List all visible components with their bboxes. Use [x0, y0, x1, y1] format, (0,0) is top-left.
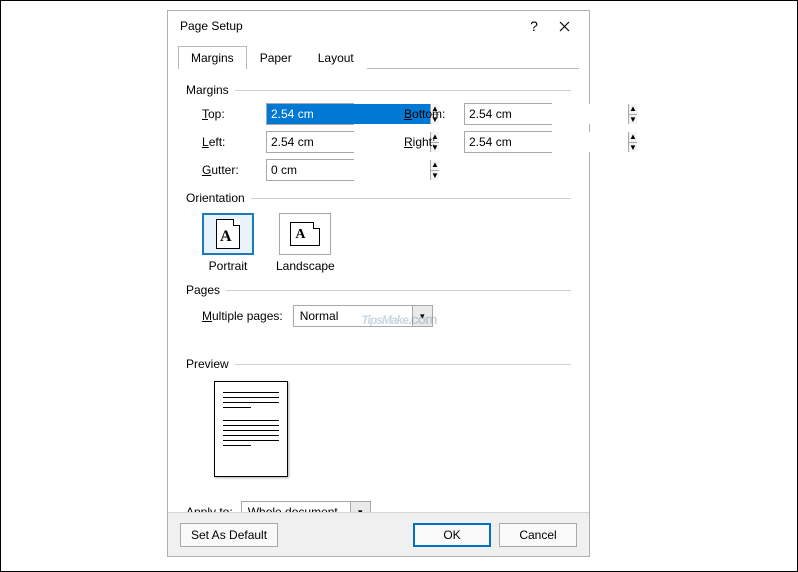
multiple-pages-label: Multiple pages: [202, 309, 283, 323]
dialog-body: Margins Top: ▲▼ Bottom: ▲▼ Left: ▲▼ Righ… [168, 69, 589, 523]
section-orientation-label: Orientation [186, 191, 571, 205]
chevron-down-icon[interactable]: ▼ [629, 143, 637, 153]
chevron-down-icon[interactable]: ▾ [412, 306, 432, 326]
multiple-pages-combo[interactable]: Normal ▾ [293, 305, 433, 327]
chevron-up-icon[interactable]: ▲ [629, 132, 637, 143]
gutter-input[interactable] [267, 160, 430, 180]
tab-layout[interactable]: Layout [305, 46, 367, 69]
chevron-down-icon[interactable]: ▼ [431, 171, 439, 181]
chevron-down-icon[interactable]: ▼ [629, 115, 637, 125]
section-preview-label: Preview [186, 357, 571, 371]
landscape-box[interactable]: A [279, 213, 331, 255]
pages-row: Multiple pages: Normal ▾ [202, 305, 571, 327]
bottom-spin-buttons[interactable]: ▲▼ [628, 104, 637, 124]
page-setup-dialog: Page Setup ? Margins Paper Layout Margin… [167, 10, 590, 557]
preview-thumbnail [214, 381, 288, 477]
help-button[interactable]: ? [519, 11, 549, 41]
section-margins-label: Margins [186, 83, 571, 97]
landscape-page-icon: A [290, 222, 320, 246]
bottom-label: Bottom: [404, 107, 464, 121]
orientation-landscape[interactable]: A Landscape [276, 213, 335, 273]
close-button[interactable] [549, 11, 579, 41]
bottom-input[interactable] [465, 104, 628, 124]
left-label: Left: [202, 135, 266, 149]
cancel-button[interactable]: Cancel [499, 523, 577, 547]
gutter-label: Gutter: [202, 163, 266, 177]
margins-grid: Top: ▲▼ Bottom: ▲▼ Left: ▲▼ Right: ▲▼ [202, 103, 571, 181]
right-spin-buttons[interactable]: ▲▼ [628, 132, 637, 152]
portrait-box[interactable]: A [202, 213, 254, 255]
top-label: Top: [202, 107, 266, 121]
tab-bar: Margins Paper Layout [178, 45, 579, 69]
chevron-up-icon[interactable]: ▲ [431, 160, 439, 171]
portrait-label: Portrait [209, 259, 248, 273]
tab-margins[interactable]: Margins [178, 46, 247, 69]
left-spinner[interactable]: ▲▼ [266, 131, 354, 153]
bottom-spinner[interactable]: ▲▼ [464, 103, 552, 125]
right-input[interactable] [465, 132, 628, 152]
orientation-portrait[interactable]: A Portrait [202, 213, 254, 273]
section-pages-label: Pages [186, 283, 571, 297]
right-label: Right: [404, 135, 464, 149]
chevron-up-icon[interactable]: ▲ [629, 104, 637, 115]
gutter-spinner[interactable]: ▲▼ [266, 159, 354, 181]
portrait-page-icon: A [216, 219, 240, 249]
landscape-label: Landscape [276, 259, 335, 273]
dialog-title: Page Setup [180, 19, 519, 33]
titlebar: Page Setup ? [168, 11, 589, 41]
ok-button[interactable]: OK [413, 523, 491, 547]
dialog-footer: Set As Default OK Cancel [168, 512, 589, 556]
orientation-group: A Portrait A Landscape [202, 213, 571, 273]
tab-paper[interactable]: Paper [247, 46, 305, 69]
gutter-spin-buttons[interactable]: ▲▼ [430, 160, 439, 180]
close-icon [559, 21, 570, 32]
set-as-default-button[interactable]: Set As Default [180, 523, 278, 547]
right-spinner[interactable]: ▲▼ [464, 131, 552, 153]
top-spinner[interactable]: ▲▼ [266, 103, 354, 125]
multiple-pages-value: Normal [294, 309, 412, 323]
